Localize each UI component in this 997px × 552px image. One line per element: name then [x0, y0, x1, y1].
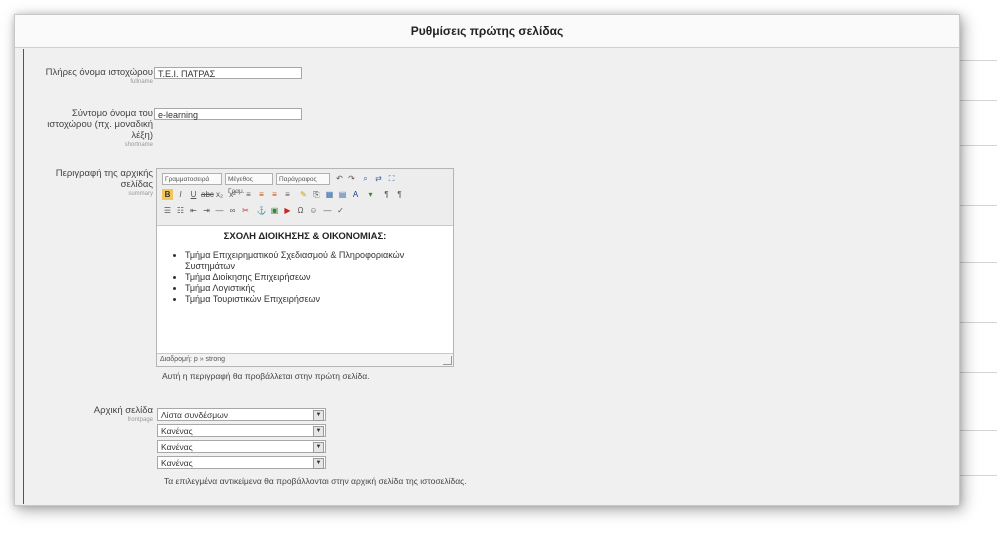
anchor-icon[interactable]: ⚓ [256, 205, 267, 216]
editor-heading: ΣΧΟΛΗ ΔΙΟΙΚΗΣΗΣ & ΟΙΚΟΝΟΜΙΑΣ: [223, 231, 387, 242]
ltr-icon[interactable]: ¶ [381, 189, 392, 200]
list-item: Τμήμα Λογιστικής [185, 283, 443, 294]
frontpage-select-2[interactable]: Κανένας ▼ [157, 424, 326, 437]
redo-icon[interactable]: ↷ [346, 173, 357, 184]
shortname-label-line: ιστοχώρου (πχ. μοναδική [47, 119, 153, 130]
paste-word-icon[interactable]: ▦ [324, 189, 335, 200]
table-icon[interactable]: ▤ [337, 189, 348, 200]
resize-handle-icon[interactable] [443, 356, 452, 365]
background-line [955, 205, 997, 206]
shortname-sublabel: shortname [124, 142, 153, 148]
shortname-label-line: λέξη) [131, 130, 153, 141]
media-icon[interactable]: ▶ [282, 205, 293, 216]
editor-toolbar: Γραμματοσειρά Μέγεθος Γραμ. Παράγραφος ↶… [157, 169, 453, 226]
background-line [955, 322, 997, 323]
fullname-label: Πλήρες όνομα ιστοχώρου fullname [46, 67, 153, 86]
left-rule [23, 49, 24, 504]
list-item: Τμήμα Διοίκησης Επιχειρήσεων [185, 272, 443, 283]
frontpage-select-3[interactable]: Κανένας ▼ [157, 440, 326, 453]
font-color-icon[interactable]: A [350, 189, 361, 200]
paste-text-icon[interactable]: ⎘ [311, 189, 322, 200]
nolink-icon[interactable]: — [322, 205, 333, 216]
align-right-icon[interactable]: ≡ [269, 189, 280, 200]
rich-text-editor: Γραμματοσειρά Μέγεθος Γραμ. Παράγραφος ↶… [156, 168, 454, 367]
frontpage-help: Τα επιλεγμένα αντικείμενα θα προβάλλοντα… [164, 476, 467, 486]
chevron-down-icon: ▼ [313, 410, 324, 421]
font-size-select[interactable]: Μέγεθος Γραμ. [225, 173, 273, 195]
background-line [955, 145, 997, 146]
format-select[interactable]: Παράγραφος [276, 173, 330, 185]
underline-icon[interactable]: U [188, 189, 199, 200]
background-line [955, 372, 997, 373]
undo-icon[interactable]: ↶ [334, 173, 345, 184]
link-icon[interactable]: ∞ [227, 205, 238, 216]
background-line [955, 100, 997, 101]
outdent-icon[interactable]: ⇤ [188, 205, 199, 216]
font-family-select[interactable]: Γραμματοσειρά [162, 173, 222, 185]
indent-icon[interactable]: ⇥ [201, 205, 212, 216]
fullscreen-icon[interactable]: ⛶ [386, 173, 397, 184]
replace-icon[interactable]: ⇄ [373, 173, 384, 184]
summary-label-line: Περιγραφή της αρχικής [55, 168, 153, 179]
fullname-sublabel: fullname [130, 79, 153, 85]
select-value: Κανένας [161, 426, 193, 436]
justify-icon[interactable]: ≡ [282, 189, 293, 200]
summary-label-line: σελίδας [120, 179, 153, 190]
background-line [955, 430, 997, 431]
spellcheck-icon[interactable]: ✓ [335, 205, 346, 216]
frontpage-label: Αρχική σελίδα frontpage [94, 405, 153, 424]
department-list: Τμήμα Επιχειρηματικού Σχεδιασμού & Πληρο… [167, 250, 443, 305]
summary-help: Αυτή η περιγραφή θα προβάλλεται στην πρώ… [162, 371, 370, 381]
chevron-down-icon: ▼ [313, 426, 324, 437]
panel-title: Ρυθμίσεις πρώτης σελίδας [15, 15, 959, 48]
frontpage-select-4[interactable]: Κανένας ▼ [157, 456, 326, 469]
fullname-input[interactable]: Τ.Ε.Ι. ΠΑΤΡΑΣ [154, 67, 302, 79]
frontpage-sublabel: frontpage [127, 417, 153, 423]
emoticon-icon[interactable]: ☺ [308, 205, 319, 216]
select-value: Κανένας [161, 442, 193, 452]
chevron-down-icon: ▼ [313, 458, 324, 469]
editor-path: Διαδρομή: p » strong [157, 353, 453, 366]
clean-icon[interactable]: ✎ [298, 189, 309, 200]
shortname-label-line: Σύντομο όνομα του [71, 108, 153, 119]
chevron-down-icon: ▼ [313, 442, 324, 453]
list-item: Τμήμα Επιχειρηματικού Σχεδιασμού & Πληρο… [185, 250, 443, 272]
select-value: Λίστα συνδέσμων [161, 410, 229, 420]
frontpage-select-1[interactable]: Λίστα συνδέσμων ▼ [157, 408, 326, 421]
list-item: Τμήμα Τουριστικών Επιχειρήσεων [185, 294, 443, 305]
superscript-icon[interactable]: x² [227, 189, 238, 200]
unlink-icon[interactable]: ✂ [240, 205, 251, 216]
editor-content[interactable]: ΣΧΟΛΗ ΔΙΟΙΚΗΣΗΣ & ΟΙΚΟΝΟΜΙΑΣ: Τμήμα Επιχ… [157, 226, 453, 308]
summary-sublabel: summary [128, 191, 153, 197]
settings-panel: Ρυθμίσεις πρώτης σελίδας Πλήρες όνομα ισ… [14, 14, 960, 506]
bold-icon[interactable]: B [162, 189, 173, 200]
rtl-icon[interactable]: ¶ [394, 189, 405, 200]
summary-label: Περιγραφή της αρχικής σελίδας summary [56, 168, 153, 198]
background-line [955, 262, 997, 263]
background-line [955, 475, 997, 476]
align-center-icon[interactable]: ≡ [256, 189, 267, 200]
subscript-icon[interactable]: x₂ [214, 189, 225, 200]
fullname-label-text: Πλήρες όνομα ιστοχώρου [45, 67, 153, 78]
select-value: Κανένας [161, 458, 193, 468]
frontpage-label-text: Αρχική σελίδα [93, 405, 153, 416]
strikethrough-icon[interactable]: abc [201, 189, 214, 200]
hr-icon[interactable]: — [214, 205, 225, 216]
special-char-icon[interactable]: Ω [295, 205, 306, 216]
find-icon[interactable]: ⌕ [360, 173, 371, 184]
italic-icon[interactable]: I [175, 189, 186, 200]
bullet-list-icon[interactable]: ☰ [162, 205, 173, 216]
shortname-input[interactable]: e-learning [154, 108, 302, 120]
image-icon[interactable]: ▣ [269, 205, 280, 216]
background-line [955, 60, 997, 61]
numbered-list-icon[interactable]: ☷ [175, 205, 186, 216]
shortname-label: Σύντομο όνομα του ιστοχώρου (πχ. μοναδικ… [47, 108, 153, 149]
background-color-icon[interactable]: ▾ [365, 189, 376, 200]
align-left-icon[interactable]: ≡ [243, 189, 254, 200]
